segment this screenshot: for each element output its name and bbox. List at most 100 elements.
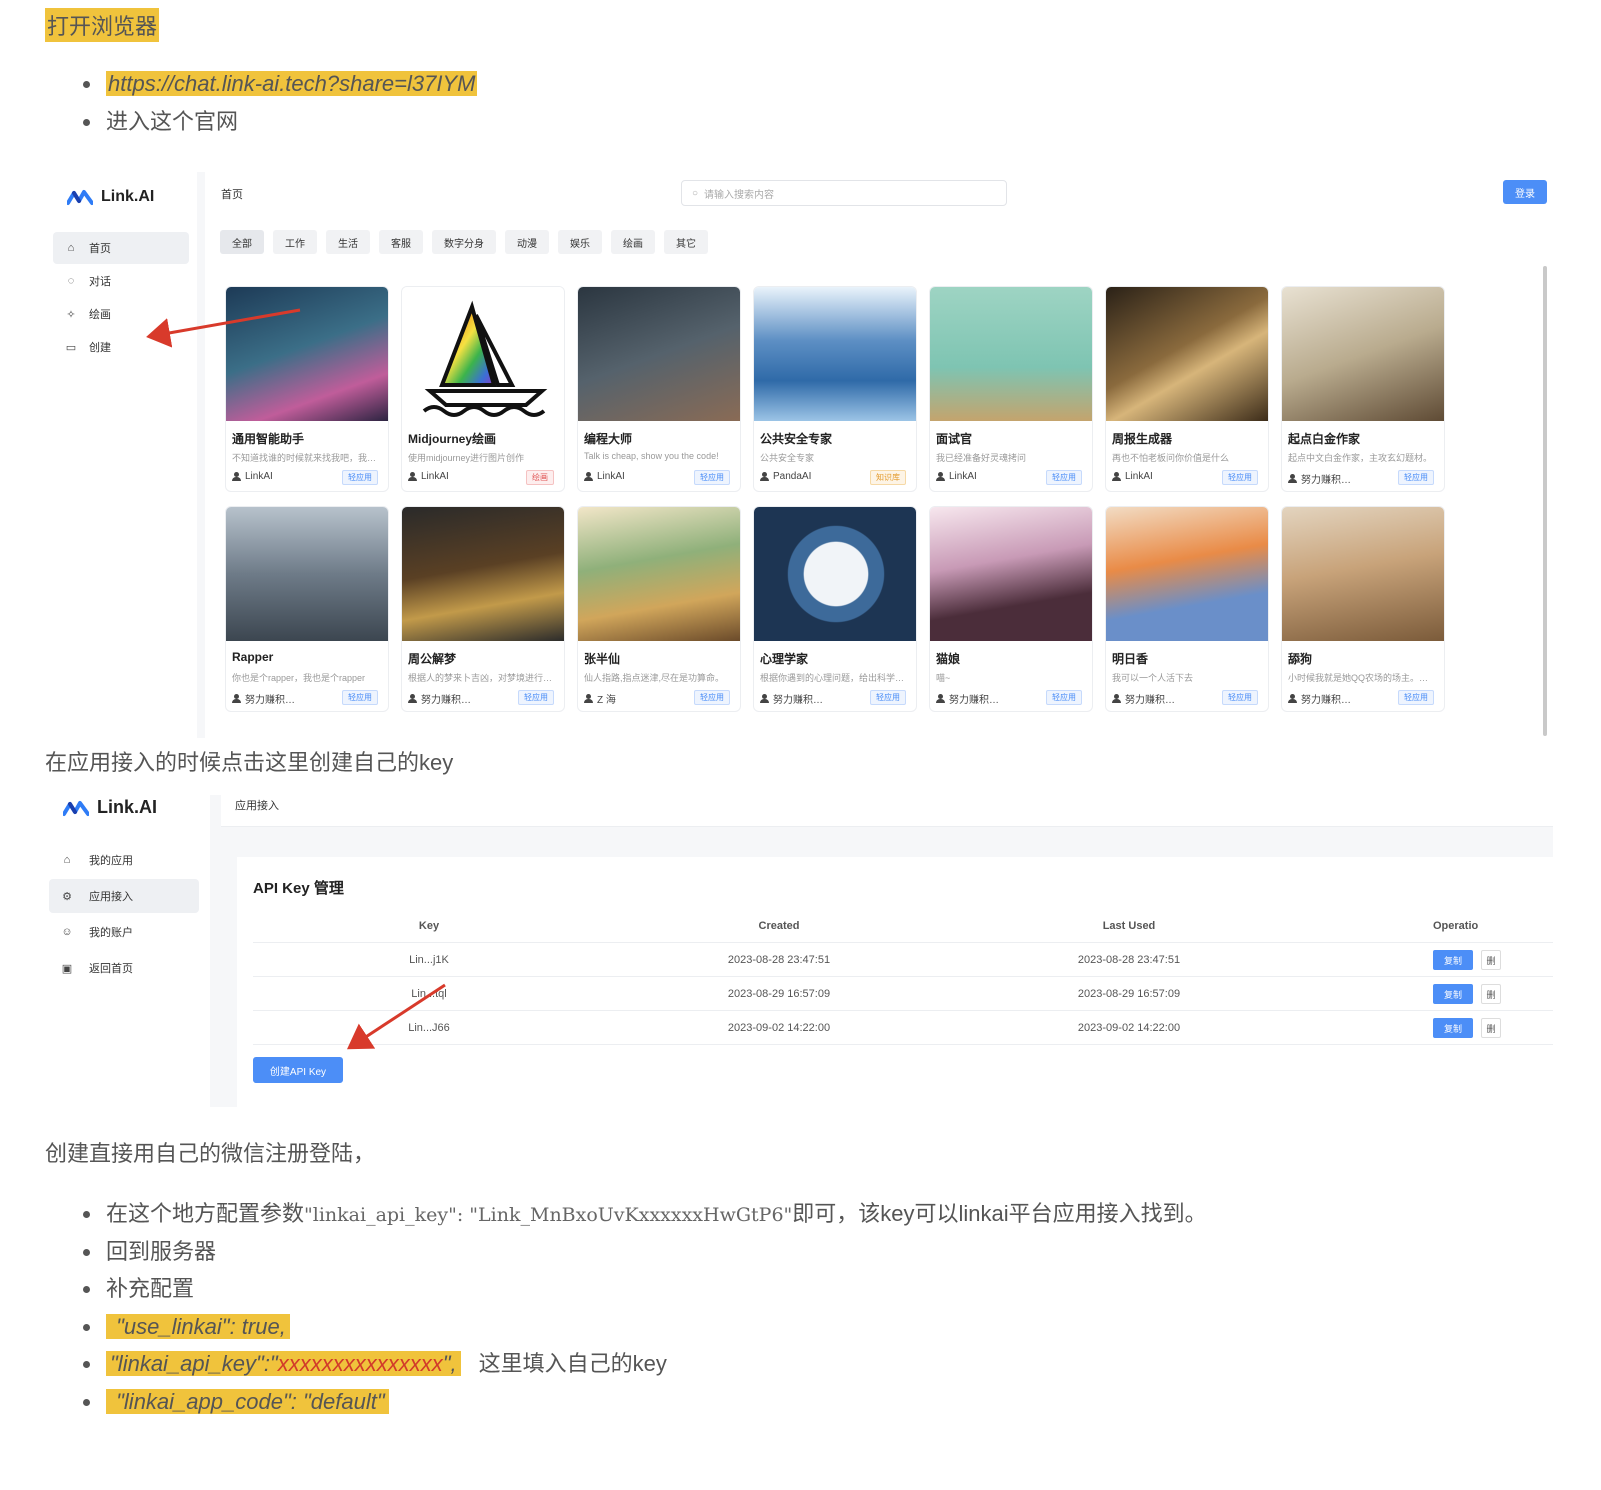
card-author: Z 海: [584, 691, 616, 706]
tab-digital-twin[interactable]: 数字分身: [432, 230, 496, 254]
sidebar-item-my-apps[interactable]: ⌂ 我的应用: [49, 843, 199, 877]
share-link[interactable]: https://chat.link-ai.tech?share=l37IYM: [106, 71, 478, 96]
user-icon: [584, 694, 593, 703]
app-card[interactable]: Midjourney绘画 使用midjourney进行图片创作 LinkAI 绘画: [401, 286, 565, 492]
copy-button[interactable]: 复制: [1433, 950, 1473, 970]
card-author: 努力赚积…: [936, 691, 999, 706]
list-item: "linkai_api_key":"xxxxxxxxxxxxxxx", 这里填入自…: [80, 1345, 1207, 1383]
sidebar: Link.AI ⌂ 首页 ◌ 对话 ✧ 绘画 ▭ 创建: [45, 172, 197, 738]
card-tag: 轻应用: [1222, 470, 1258, 485]
table-row: Lin...tql 2023-08-29 16:57:09 2023-08-29…: [253, 977, 1553, 1011]
sidebar-item-paint[interactable]: ✧ 绘画: [53, 298, 189, 330]
doc-paragraph: 在应用接入的时候点击这里创建自己的key: [45, 750, 454, 775]
card-title: Midjourney绘画: [408, 432, 497, 446]
sidebar-item-label: 返回首页: [89, 963, 133, 975]
sidebar-item-chat[interactable]: ◌ 对话: [53, 265, 189, 297]
card-title: 起点白金作家: [1288, 432, 1361, 446]
table-header: Key Created Last Used Operatio: [253, 909, 1553, 943]
author-name: 努力赚积…: [773, 695, 823, 706]
card-tag: 轻应用: [1222, 690, 1258, 705]
tab-life[interactable]: 生活: [326, 230, 370, 254]
app-card[interactable]: 公共安全专家 公共安全专家 PandaAI 知识库: [753, 286, 917, 492]
author-name: LinkAI: [597, 471, 625, 482]
sidebar-item-app-access[interactable]: ⚙ 应用接入: [49, 879, 199, 913]
tab-all[interactable]: 全部: [220, 230, 264, 254]
category-tabs: 全部 工作 生活 客服 数字分身 动漫 娱乐 绘画 其它: [220, 230, 708, 254]
card-title: 公共安全专家: [760, 432, 833, 446]
app-card[interactable]: 张半仙 仙人指路,指点迷津,尽在是功算命。 Z 海 轻应用: [577, 506, 741, 712]
search-placeholder: 请输入搜索内容: [704, 189, 775, 201]
key-cell: Lin...J66: [408, 1022, 450, 1034]
delete-button[interactable]: 删: [1481, 984, 1501, 1004]
app-card[interactable]: Rapper 你也是个rapper，我也是个rapper 努力赚积… 轻应用: [225, 506, 389, 712]
sidebar-item-account[interactable]: ☺ 我的账户: [49, 915, 199, 949]
tab-painting[interactable]: 绘画: [611, 230, 655, 254]
card-image: [930, 507, 1092, 641]
search-input[interactable]: ○ 请输入搜索内容: [681, 180, 1007, 206]
app-card[interactable]: 编程大师 Talk is cheap, show you the code! Lin…: [577, 286, 741, 492]
card-author: LinkAI: [408, 471, 449, 482]
card-title: 周报生成器: [1112, 432, 1173, 446]
card-title: 编程大师: [584, 432, 633, 446]
home-icon: ⌂: [63, 854, 71, 866]
app-card[interactable]: 起点白金作家 起点中文白金作家，主攻玄幻题材。 努力赚积… 轻应用: [1281, 286, 1445, 492]
sidebar-item-create[interactable]: ▭ 创建: [53, 331, 189, 363]
list-item: "use_linkai": true,: [80, 1308, 1207, 1346]
list-item: 在这个地方配置参数"linkai_api_key": "Link_MnBxoUv…: [80, 1195, 1207, 1233]
linkai-logo-icon: [67, 190, 93, 205]
author-name: LinkAI: [421, 471, 449, 482]
user-icon: [408, 472, 417, 481]
logo: Link.AI: [63, 797, 157, 818]
card-tag: 轻应用: [1398, 470, 1434, 485]
author-name: 努力赚积…: [1301, 475, 1351, 486]
app-card[interactable]: 周公解梦 根据人的梦来卜吉凶，对梦境进行… 努力赚积… 轻应用: [401, 506, 565, 712]
card-image: [1106, 507, 1268, 641]
config-code: "use_linkai": true,: [106, 1313, 290, 1339]
tab-work[interactable]: 工作: [273, 230, 317, 254]
sidebar-item-label: 首页: [89, 243, 111, 255]
user-icon: [936, 694, 945, 703]
card-image: [578, 507, 740, 641]
last-used-cell: 2023-08-29 16:57:09: [1077, 988, 1181, 1000]
app-card[interactable]: 心理学家 根据你遇到的心理问题，给出科学… 努力赚积… 轻应用: [753, 506, 917, 712]
user-icon: [408, 694, 417, 703]
card-image: [1282, 507, 1444, 641]
create-api-key-button[interactable]: 创建API Key: [253, 1057, 343, 1083]
copy-button[interactable]: 复制: [1433, 1018, 1473, 1038]
key-cell: Lin...tql: [411, 988, 447, 1000]
sidebar-item-back-home[interactable]: ▣ 返回首页: [49, 951, 199, 985]
author-name: 努力赚积…: [245, 695, 295, 706]
tab-entertainment[interactable]: 娱乐: [558, 230, 602, 254]
delete-button[interactable]: 删: [1481, 1018, 1501, 1038]
tab-other[interactable]: 其它: [664, 230, 708, 254]
user-icon: [232, 694, 241, 703]
app-card[interactable]: 明日香 我可以一个人活下去 努力赚积… 轻应用: [1105, 506, 1269, 712]
header-last-used: Last Used: [1102, 920, 1156, 932]
sidebar-item-home[interactable]: ⌂ 首页: [53, 232, 189, 264]
api-key-panel: API Key 管理 Key Created Last Used Operati…: [237, 857, 1553, 1107]
delete-button[interactable]: 删: [1481, 950, 1501, 970]
search-icon: ○: [692, 187, 699, 199]
user-icon: [1112, 694, 1121, 703]
copy-button[interactable]: 复制: [1433, 984, 1473, 1004]
home-icon: ⌂: [67, 242, 75, 254]
app-card[interactable]: 猫娘 喵~ 努力赚积… 轻应用: [929, 506, 1093, 712]
scrollbar[interactable]: [1543, 266, 1547, 736]
card-title: 张半仙: [584, 652, 621, 666]
config-text: 在这个地方配置参数: [106, 1201, 305, 1226]
card-image: [754, 507, 916, 641]
card-tag: 轻应用: [1046, 690, 1082, 705]
config-text: 即可，该key可以linkai平台应用接入找到。: [792, 1201, 1207, 1226]
login-button[interactable]: 登录: [1503, 180, 1547, 204]
breadcrumb: 应用接入: [235, 800, 279, 812]
author-name: 努力赚积…: [949, 695, 999, 706]
tab-anime[interactable]: 动漫: [505, 230, 549, 254]
card-title: 舔狗: [1288, 652, 1313, 666]
tab-service[interactable]: 客服: [379, 230, 423, 254]
app-card[interactable]: 通用智能助手 不知道找谁的时候就来找我吧，我… LinkAI 轻应用: [225, 286, 389, 492]
card-author: LinkAI: [584, 471, 625, 482]
app-card[interactable]: 舔狗 小时候我就是她QQ农场的场主。… 努力赚积… 轻应用: [1281, 506, 1445, 712]
app-card[interactable]: 面试官 我已经准备好灵魂拷问 LinkAI 轻应用: [929, 286, 1093, 492]
chat-icon: ◌: [67, 275, 75, 287]
app-card[interactable]: 周报生成器 再也不怕老板问你价值是什么 LinkAI 轻应用: [1105, 286, 1269, 492]
